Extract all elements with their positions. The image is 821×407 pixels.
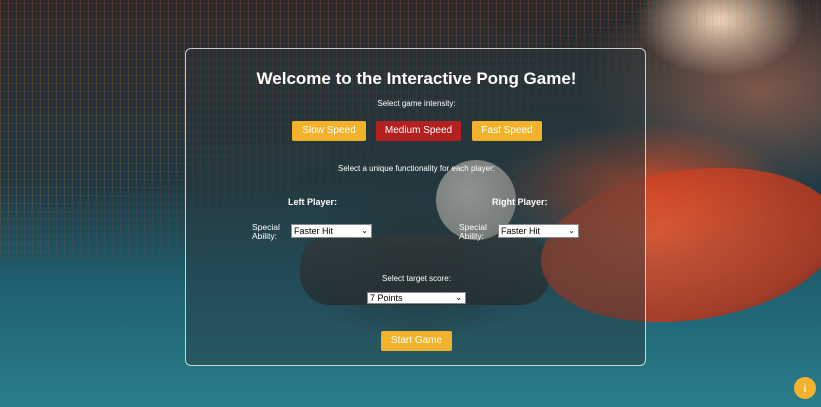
left-ability-label: Special Ability: — [252, 222, 280, 241]
intensity-prompt: Select game intensity: — [377, 99, 456, 108]
right-ability-label: Special Ability: — [459, 222, 487, 241]
fast-speed-button[interactable]: Fast Speed — [472, 121, 542, 141]
left-ability-select[interactable]: Faster Hit ⌄ — [291, 224, 372, 238]
medium-speed-button[interactable]: Medium Speed — [376, 121, 461, 141]
start-game-button[interactable]: Start Game — [381, 331, 452, 351]
page-title: Welcome to the Interactive Pong Game! — [256, 69, 577, 88]
slow-speed-button[interactable]: Slow Speed — [292, 121, 366, 141]
functionality-prompt: Select a unique functionality for each p… — [338, 164, 495, 173]
left-player-title: Left Player: — [288, 197, 338, 207]
chevron-down-icon: ⌄ — [455, 293, 462, 302]
info-icon[interactable]: i — [794, 377, 816, 399]
target-score-select[interactable]: 7 Points ⌄ — [367, 292, 466, 304]
right-ability-select[interactable]: Faster Hit ⌄ — [498, 224, 579, 238]
chevron-down-icon: ⌄ — [361, 226, 368, 235]
chevron-down-icon: ⌄ — [568, 226, 575, 235]
target-prompt: Select target score: — [382, 274, 451, 283]
game-setup-panel: Welcome to the Interactive Pong Game! Se… — [185, 48, 646, 366]
right-player-title: Right Player: — [492, 197, 548, 207]
